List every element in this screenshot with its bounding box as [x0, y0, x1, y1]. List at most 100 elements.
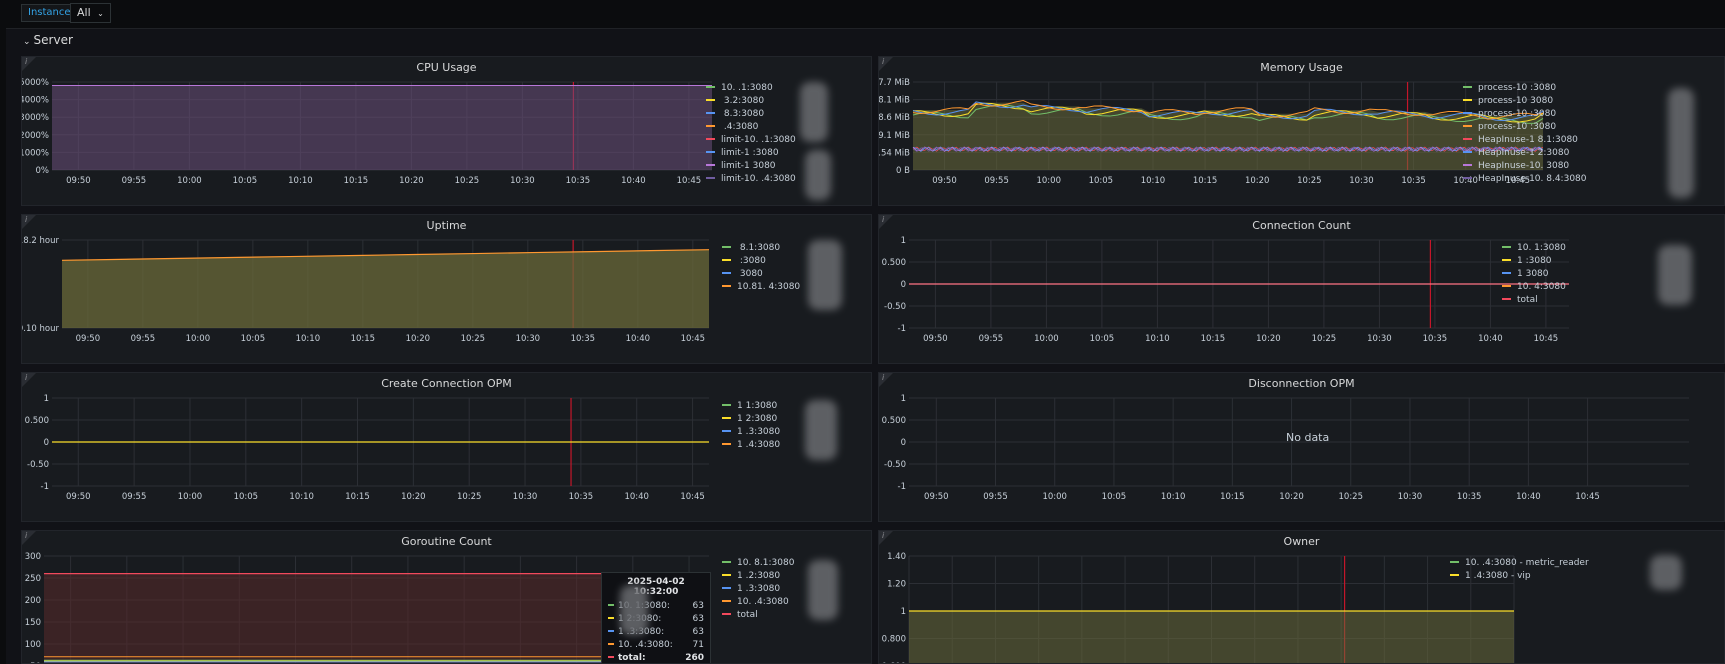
legend-item[interactable]: process-10 :3080 [1463, 109, 1556, 119]
y-tick-label: 28.6 MiB [879, 113, 910, 123]
legend-item[interactable]: 1 .3:3080 [722, 427, 780, 437]
panel-uptime[interactable]: i Uptime 18.2 hour 9.10 hour 09:50 09:55 10:… [21, 214, 872, 364]
legend-item[interactable]: 1 1:3080 [722, 401, 777, 411]
legend-item[interactable]: total [722, 610, 758, 620]
tooltip-label: 10. .4:3080: [608, 639, 673, 652]
legend-label: 10. 8.1:3080 [737, 558, 795, 568]
memory-process-area [913, 102, 1543, 170]
legend-item[interactable]: 8.3:3080 [706, 109, 764, 119]
legend-label: 10. .1:3080 [721, 83, 773, 93]
legend-item[interactable]: 3080 [722, 269, 763, 279]
y-tick-label: 0 [44, 438, 49, 448]
x-tick-label: 10:35 [569, 492, 594, 502]
legend-item[interactable]: 8.1:3080 [722, 243, 780, 253]
x-tick-label: 10:35 [1423, 334, 1448, 344]
legend-item[interactable]: 1 .4:3080 - vip [1450, 571, 1531, 581]
legend-swatch [1502, 271, 1511, 274]
owner-chart[interactable]: 1.401.2010.8000.600 [879, 531, 1725, 664]
hover-tooltip: 2025-04-02 10:32:00 10. 1:3080:631 2:308… [601, 572, 711, 663]
panel-connection-count[interactable]: i Connection Count 1 0.500 0 -0.50 -1 09:50 09… [878, 214, 1725, 364]
legend-item[interactable]: process-10 3080 [1463, 96, 1553, 106]
legend-item[interactable]: 1 :3080 [1502, 256, 1552, 266]
legend-item[interactable]: process-10 :3080 [1463, 122, 1556, 132]
x-tick-label: 10:00 [1042, 492, 1067, 502]
legend-item[interactable]: 10. 4:3080 [1502, 282, 1566, 292]
legend-swatch [1463, 137, 1472, 140]
panel-memory-usage[interactable]: i Memory Usage 47.7 MiB38.1 MiB28.6 MiB1… [878, 56, 1725, 206]
legend-swatch [722, 573, 731, 576]
x-tick-label: 10:10 [1141, 176, 1166, 186]
legend-item[interactable]: limit-10. .4:3080 [706, 174, 796, 184]
panel-create-connection-opm[interactable]: i Create Connection OPM 1 0.500 0 -0.50 -1 09… [21, 372, 872, 522]
x-tick-label: 10:20 [1279, 492, 1304, 502]
memory-usage-chart[interactable]: 47.7 MiB 38.1 MiB 28.6 MiB 19.1 MiB 9.54 MiB… [879, 57, 1725, 206]
legend-item[interactable]: 10. .1:3080 [706, 83, 773, 93]
x-tick-label: 10:15 [344, 176, 369, 186]
legend-label: process-10 :3080 [1478, 83, 1557, 93]
legend-item[interactable]: 1 2:3080 [722, 414, 777, 424]
legend-item[interactable]: 1 .2:3080 [722, 571, 780, 581]
panel-disconnection-opm[interactable]: i Disconnection OPM 1 0.500 0 -0.50 -1 09:50 0… [878, 372, 1725, 522]
tooltip-swatch [608, 616, 614, 619]
legend-item[interactable]: :3080 [722, 256, 766, 266]
legend-swatch [1502, 258, 1511, 261]
legend-swatch [722, 599, 731, 602]
legend-swatch [1463, 163, 1472, 166]
legend-swatch [1450, 560, 1459, 563]
chevron-down-icon: ⌄ [23, 37, 31, 47]
row-server-title[interactable]: ⌄ Server [23, 33, 73, 47]
legend-label: 1 .4:3080 [737, 440, 781, 450]
x-tick-label: 10:05 [1089, 176, 1114, 186]
legend-item[interactable]: process-10 :3080 [1463, 83, 1556, 93]
legend-item[interactable]: limit-1 3080 [706, 161, 776, 171]
y-tick-label: 38.1 MiB [879, 96, 910, 106]
legend-item[interactable]: HeapInuse-10. 8.4:3080 [1463, 174, 1587, 184]
redaction-blur [1668, 88, 1694, 198]
legend-item[interactable]: 1 3080 [1502, 269, 1549, 279]
cpu-area [52, 85, 712, 170]
panel-owner[interactable]: i Owner 1.401.2010.8000.600 10. .4:3080 … [878, 530, 1725, 664]
panel-goroutine-count[interactable]: i Goroutine Count 3002502001501005009:50… [21, 530, 872, 664]
legend-label: :3080 [737, 256, 766, 266]
legend-item[interactable]: HeapInuse-1 8.1:3080 [1463, 135, 1578, 145]
legend-item[interactable]: 3.2:3080 [706, 96, 764, 106]
instance-variable-select[interactable]: All ⌄ [70, 3, 111, 23]
legend-item[interactable]: 10. 1:3080 [1502, 243, 1566, 253]
redaction-blur [800, 82, 828, 142]
owner-area [909, 611, 1514, 663]
legend-item[interactable]: HeapInuse-10. 3080 [1463, 161, 1569, 171]
x-tick-label: 10:05 [234, 492, 259, 502]
legend-item[interactable]: 10. .4:3080 [722, 597, 789, 607]
legend-item[interactable]: HeapInuse-1 2:3080 [1463, 148, 1569, 158]
legend-label: HeapInuse-1 2:3080 [1478, 148, 1570, 158]
legend-label: HeapInuse-1 8.1:3080 [1478, 135, 1578, 145]
legend-item[interactable]: limit-10. .1:3080 [706, 135, 796, 145]
x-tick-label: 10:20 [401, 492, 426, 502]
legend-item[interactable]: 10. .4:3080 - metric_reader [1450, 558, 1589, 568]
y-tick-label: -0.50 [884, 460, 906, 470]
x-tick-label: 10:30 [513, 492, 538, 502]
x-tick-label: 10:45 [677, 176, 702, 186]
x-tick-label: 10:00 [177, 176, 202, 186]
legend-label: 3.2:3080 [721, 96, 765, 106]
legend-item[interactable]: limit-1 :3080 [706, 148, 779, 158]
legend-swatch [722, 612, 731, 615]
tooltip-value: 260 [685, 653, 704, 663]
uptime-area [62, 249, 709, 328]
redaction-blur [805, 400, 837, 460]
redaction-blur [808, 560, 838, 620]
x-tick-label: 10:20 [1256, 334, 1281, 344]
connection-count-chart[interactable]: 1 0.500 0 -0.50 -1 09:50 09:55 10:00 10:05 10:10 1… [879, 215, 1725, 364]
disconnection-opm-chart[interactable]: 1 0.500 0 -0.50 -1 09:50 09:55 10:00 10:05 10:10 1… [879, 373, 1725, 522]
panel-cpu-usage[interactable]: i CPU Usage 5000% 4000% 3000% 2000% 1000% 0% 0… [21, 56, 872, 206]
legend-item[interactable]: 1 .3:3080 [722, 584, 780, 594]
legend-item[interactable]: 10.81. 4:3080 [722, 282, 800, 292]
legend-swatch [1463, 150, 1472, 153]
legend-label: limit-1 3080 [721, 161, 776, 171]
legend-item[interactable]: 1 .4:3080 [722, 440, 780, 450]
legend-item[interactable]: .4:3080 [706, 122, 758, 132]
legend-item[interactable]: total [1502, 295, 1538, 305]
x-tick-label: 10:45 [680, 492, 705, 502]
legend-item[interactable]: 10. 8.1:3080 [722, 558, 794, 568]
tooltip-label: total: [608, 652, 646, 663]
